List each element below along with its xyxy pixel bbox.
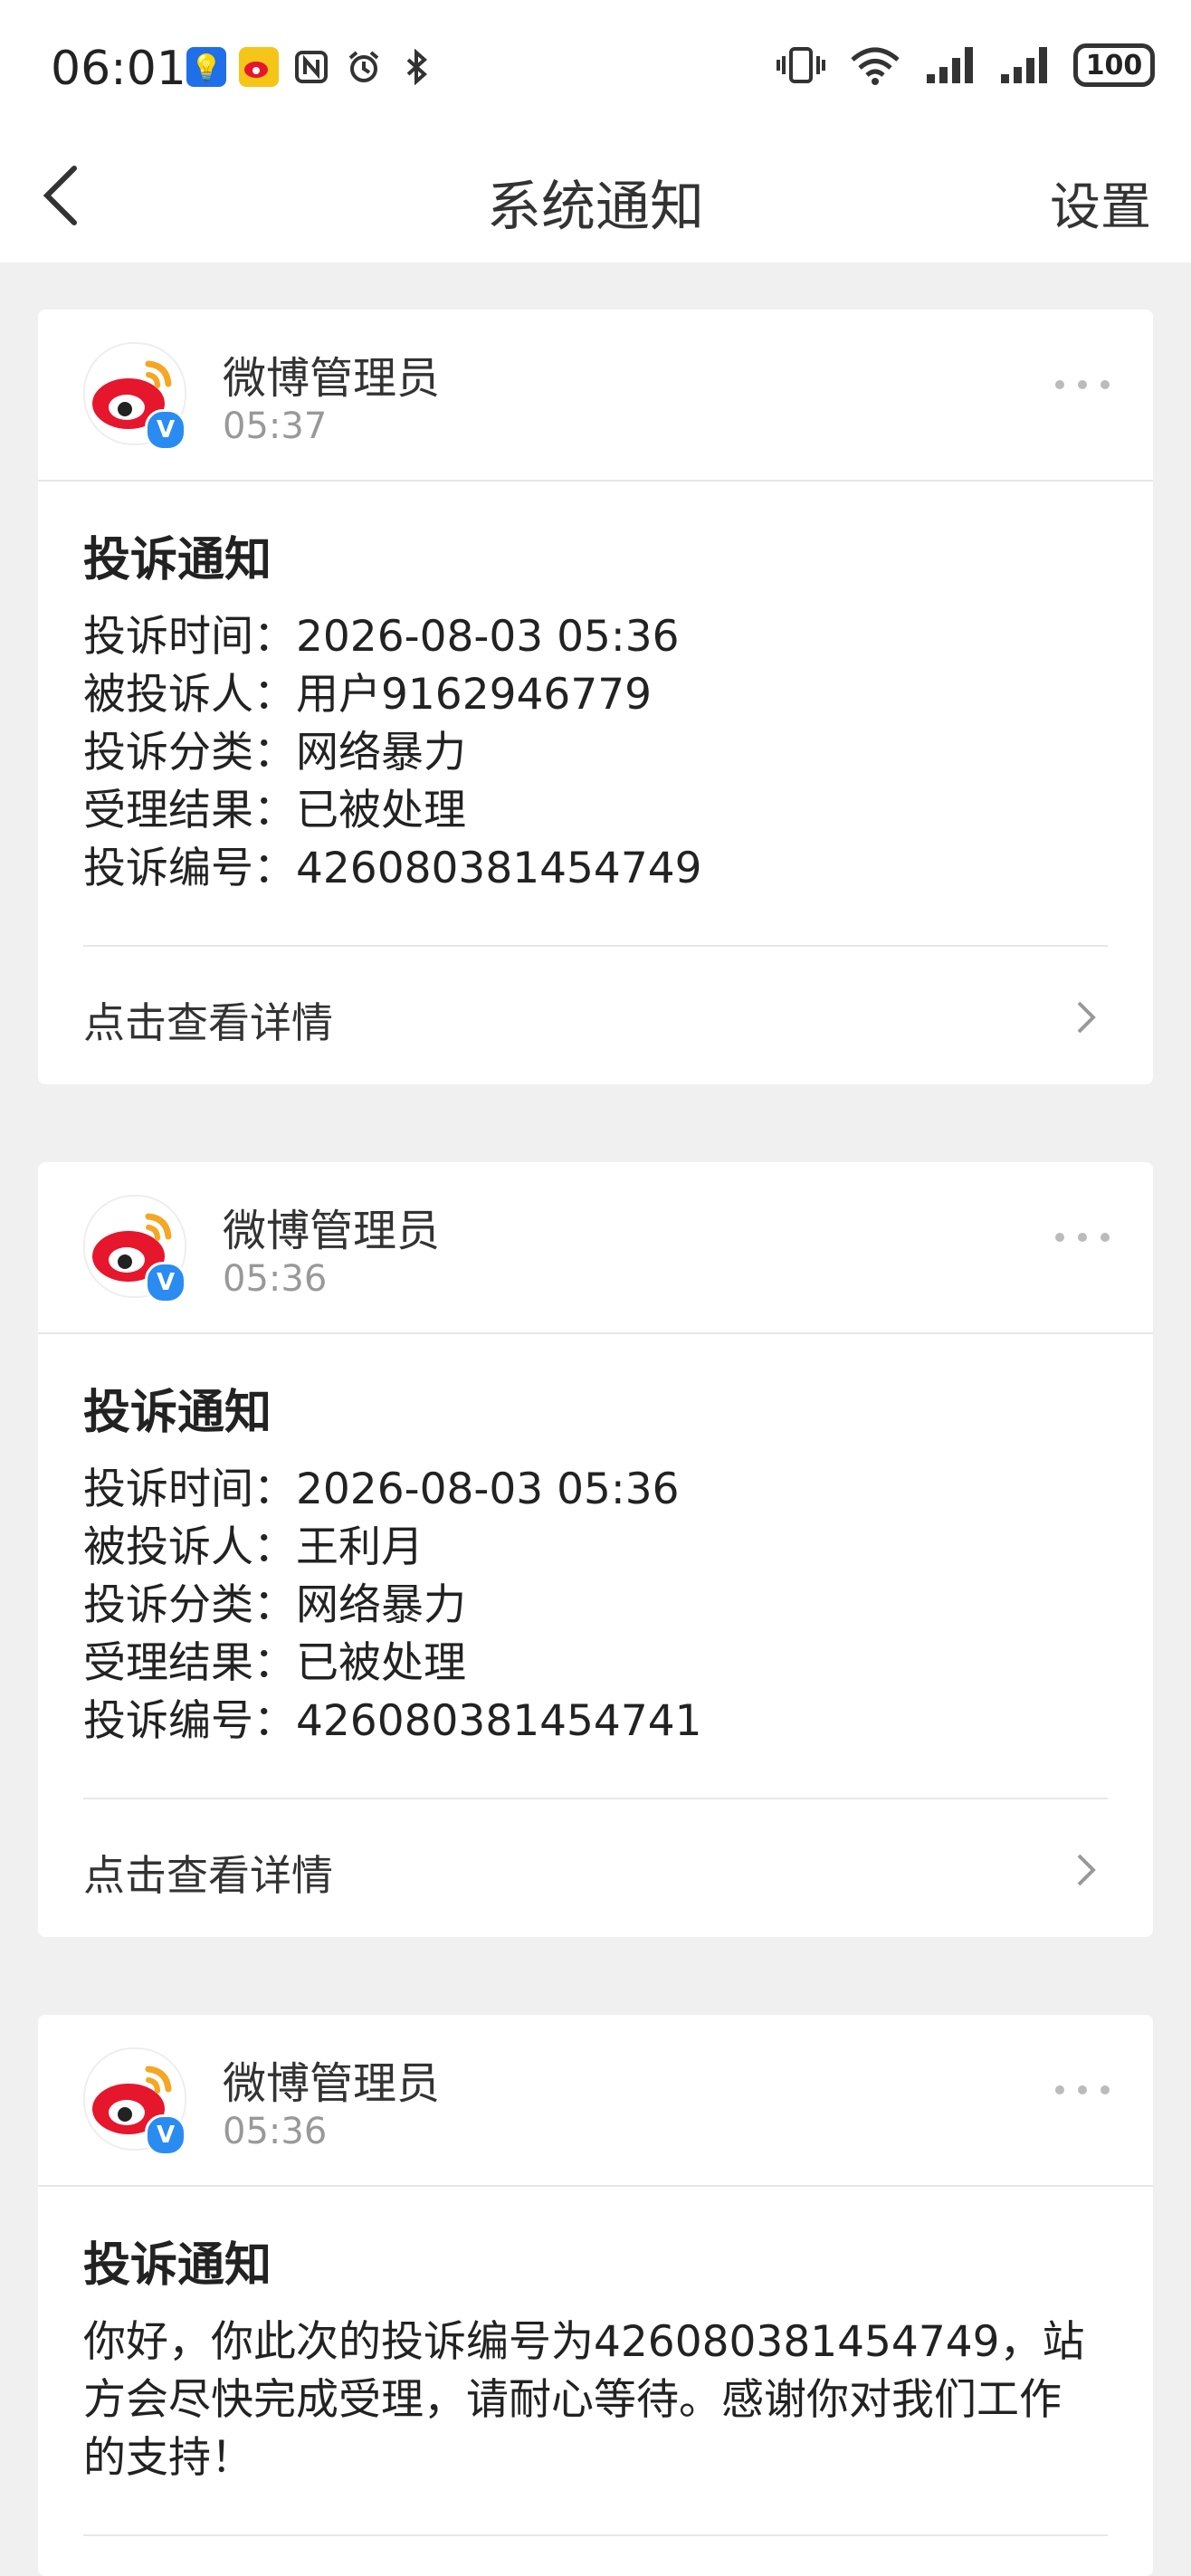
status-time: 06:01 [51, 42, 186, 96]
view-details-link[interactable]: 点击查看详情 [83, 945, 1108, 1086]
card-header: V 微博管理员 05:36 [38, 2015, 1153, 2187]
info-row: 投诉编号：426080381454749 [83, 844, 702, 893]
view-details-label: 点击查看详情 [83, 998, 333, 1047]
message-time: 05:37 [223, 405, 328, 447]
more-options-icon[interactable] [1055, 1233, 1110, 1244]
notification-card: V 微博管理员 05:36 投诉通知 你好，你此次的投诉编号为426080381… [38, 2015, 1153, 2576]
nav-bar: 系统通知 设置 [0, 136, 1191, 262]
info-row: 被投诉人：用户9162946779 [83, 670, 653, 720]
nfc-icon [291, 47, 331, 87]
notification-body: 投诉时间：2026-08-03 05:36 被投诉人：用户9162946779 … [83, 608, 1115, 898]
chevron-right-icon [1077, 1854, 1096, 1886]
status-bar: 06:01 💡 100 [0, 0, 1191, 136]
chevron-right-icon [1077, 1001, 1096, 1034]
notification-title: 投诉通知 [83, 2238, 272, 2293]
info-row: 投诉时间：2026-08-03 05:36 [83, 612, 680, 662]
divider [83, 2534, 1108, 2536]
notification-message: 你好，你此次的投诉编号为426080381454749，站 方会尽快完成受理，请… [83, 2314, 1115, 2487]
weibo-icon [239, 47, 279, 87]
card-header: V 微博管理员 05:37 [38, 310, 1153, 482]
info-row: 投诉分类：网络暴力 [83, 1580, 466, 1630]
notification-title: 投诉通知 [83, 533, 272, 587]
settings-button[interactable]: 设置 [1050, 167, 1151, 240]
sender-name[interactable]: 微博管理员 [223, 2047, 440, 2111]
info-row: 投诉分类：网络暴力 [83, 728, 466, 778]
sender-name[interactable]: 微博管理员 [223, 342, 440, 405]
view-details-label: 点击查看详情 [83, 1851, 333, 1900]
bulb-icon: 💡 [186, 47, 226, 87]
info-row: 投诉编号：426080381454741 [83, 1696, 702, 1746]
info-row: 投诉时间：2026-08-03 05:36 [83, 1465, 680, 1514]
vibrate-icon [777, 47, 825, 83]
battery-indicator: 100 [1073, 43, 1155, 87]
info-row: 受理结果：已被处理 [83, 786, 466, 835]
verified-badge-icon: V [145, 2114, 186, 2156]
message-line: 的支持！ [83, 2433, 253, 2483]
info-row: 被投诉人：王利月 [83, 1522, 424, 1572]
more-options-icon[interactable] [1055, 2085, 1110, 2096]
message-time: 05:36 [223, 2111, 328, 2152]
more-options-icon[interactable] [1055, 380, 1110, 391]
view-details-link[interactable]: 点击查看详情 [83, 1798, 1108, 1939]
alarm-icon [344, 47, 384, 87]
message-line: 你好，你此次的投诉编号为426080381454749，站 [83, 2317, 1085, 2367]
card-header: V 微博管理员 05:36 [38, 1162, 1153, 1334]
sender-name[interactable]: 微博管理员 [223, 1195, 440, 1258]
verified-badge-icon: V [145, 409, 186, 451]
notification-card: V 微博管理员 05:36 投诉通知 投诉时间：2026-08-03 05:36… [38, 1162, 1153, 1937]
signal-icon [927, 47, 973, 83]
page-title: 系统通知 [487, 176, 704, 239]
message-line: 方会尽快完成受理，请耐心等待。感谢你对我们工作 [83, 2375, 1062, 2425]
signal-icon [1001, 47, 1047, 83]
status-system-icons: 100 [777, 43, 1155, 87]
notification-card: V 微博管理员 05:37 投诉通知 投诉时间：2026-08-03 05:36… [38, 310, 1153, 1084]
info-row: 受理结果：已被处理 [83, 1638, 466, 1688]
verified-badge-icon: V [145, 1262, 186, 1303]
wifi-icon [851, 47, 900, 85]
notification-body: 投诉时间：2026-08-03 05:36 被投诉人：王利月 投诉分类：网络暴力… [83, 1461, 1115, 1751]
status-notification-icons: 💡 [186, 47, 436, 87]
notification-title: 投诉通知 [83, 1386, 272, 1440]
message-time: 05:36 [223, 1258, 328, 1300]
bluetooth-icon [396, 47, 436, 87]
